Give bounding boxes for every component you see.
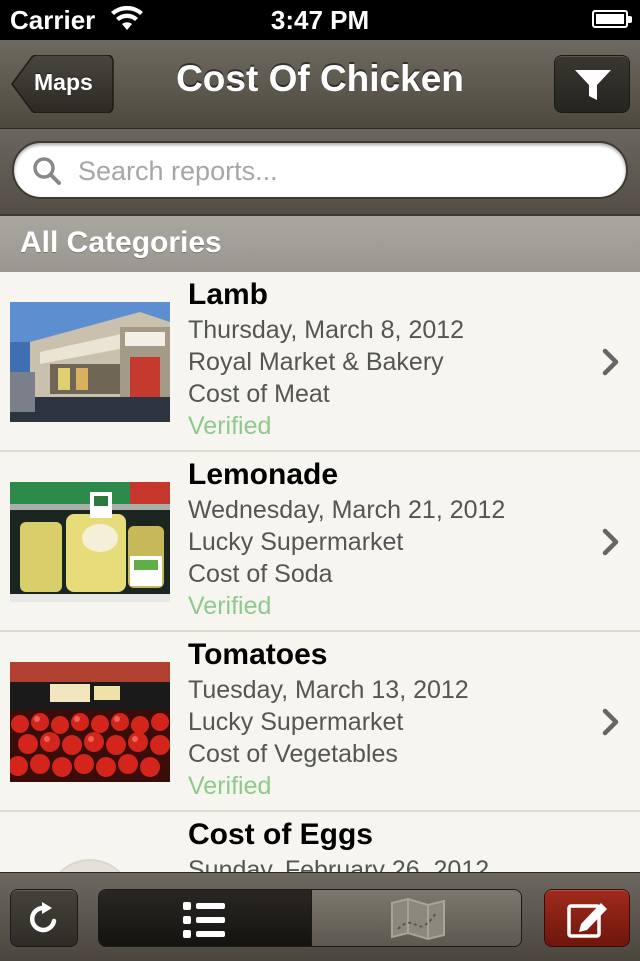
report-status: Verified <box>188 412 272 440</box>
status-time: 3:47 PM <box>270 5 370 35</box>
report-category: Cost of Meat <box>188 380 330 408</box>
placeholder-logo-icon <box>59 859 121 872</box>
search-field[interactable] <box>12 141 628 199</box>
report-status: Verified <box>188 592 272 620</box>
report-location: Lucky Supermarket <box>188 528 404 556</box>
report-location: Royal Market & Bakery <box>188 348 444 376</box>
report-title: Lamb <box>188 278 269 311</box>
back-button[interactable]: Maps <box>10 55 114 113</box>
report-list: Lamb Thursday, March 8, 2012 Royal Marke… <box>0 272 640 872</box>
view-segmented-control <box>98 889 522 947</box>
report-date: Tuesday, March 13, 2012 <box>188 676 469 704</box>
filter-icon <box>575 70 611 100</box>
report-photo <box>10 482 170 602</box>
report-row[interactable]: Tomatoes Tuesday, March 13, 2012 Lucky S… <box>0 632 640 812</box>
search-input[interactable] <box>76 151 600 191</box>
report-category: Cost of Soda <box>188 560 333 588</box>
report-date: Wednesday, March 21, 2012 <box>188 496 506 524</box>
bottom-toolbar <box>0 872 640 961</box>
section-header: All Categories <box>0 216 640 272</box>
search-icon <box>33 157 61 185</box>
report-status: Verified <box>188 772 272 800</box>
report-photo <box>10 302 170 422</box>
list-view-segment[interactable] <box>99 890 311 946</box>
report-photo <box>10 662 170 782</box>
map-icon <box>391 897 445 941</box>
compose-icon <box>567 903 607 938</box>
refresh-button[interactable] <box>10 889 78 947</box>
chevron-right-icon <box>602 348 619 376</box>
page-title: Cost Of Chicken <box>176 58 464 99</box>
report-location: Lucky Supermarket <box>188 708 404 736</box>
report-title: Lemonade <box>188 458 339 491</box>
back-button-label: Maps <box>34 69 93 95</box>
filter-button[interactable] <box>554 55 630 113</box>
chevron-right-icon <box>602 528 619 556</box>
report-row[interactable]: Cost of Eggs Sunday, February 26, 2012 <box>0 812 640 872</box>
list-icon <box>183 902 225 938</box>
compose-report-button[interactable] <box>544 889 630 947</box>
report-row[interactable]: Lemonade Wednesday, March 21, 2012 Lucky… <box>0 452 640 632</box>
status-bar: Carrier 3:47 PM <box>0 0 640 40</box>
report-row[interactable]: Lamb Thursday, March 8, 2012 Royal Marke… <box>0 272 640 452</box>
refresh-icon <box>29 902 57 933</box>
search-bar <box>0 129 640 216</box>
report-title: Cost of Eggs <box>188 818 373 851</box>
chevron-right-icon <box>602 708 619 736</box>
section-header-label: All Categories <box>20 226 222 259</box>
report-title: Tomatoes <box>188 638 328 671</box>
report-date: Thursday, March 8, 2012 <box>188 316 465 344</box>
report-category: Cost of Vegetables <box>188 740 398 768</box>
map-view-segment[interactable] <box>311 890 521 946</box>
report-date: Sunday, February 26, 2012 <box>188 856 490 872</box>
navigation-bar: Maps Cost Of Chicken <box>0 40 640 129</box>
battery-icon <box>592 10 632 28</box>
